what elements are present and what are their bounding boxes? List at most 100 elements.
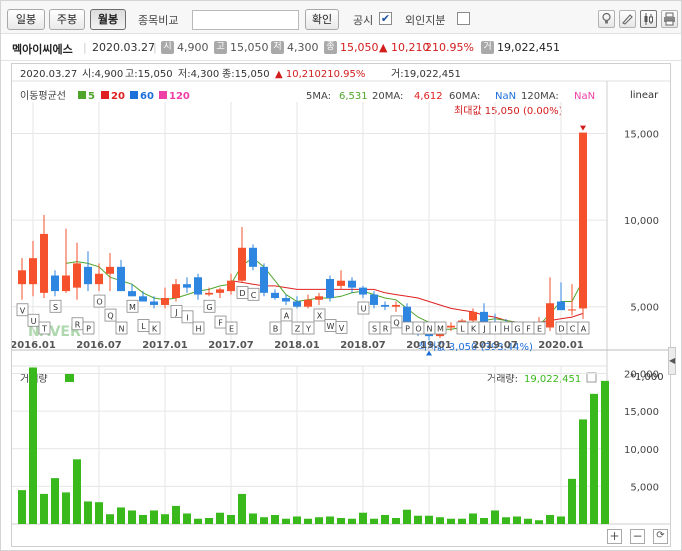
candle-body[interactable] [161,298,169,305]
volume-bar[interactable] [436,517,444,524]
candle-toggle-icon[interactable] [640,10,657,28]
volume-bar[interactable] [282,518,290,524]
candle-body[interactable] [315,296,323,300]
candle-body[interactable] [139,296,147,302]
candle-body[interactable] [150,301,158,305]
candle-body[interactable] [392,304,400,307]
volume-bar[interactable] [238,493,246,524]
volume-bar[interactable] [579,419,587,524]
volume-bar[interactable] [392,517,400,524]
candle-body[interactable] [381,304,389,307]
confirm-button[interactable]: 확인 [305,9,339,30]
chart-panel[interactable]: 2020.03.27 시:4,900 고:15,050 저:4,300 종:15… [10,63,676,547]
volume-bar[interactable] [315,517,323,524]
candle-body[interactable] [128,291,136,297]
volume-bar[interactable] [51,478,59,524]
candle-body[interactable] [216,289,224,293]
daily-button[interactable]: 일봉 [7,9,45,30]
candle-body[interactable] [95,273,103,285]
price-volume-chart[interactable]: 2020.03.27 시:4,900 고:15,050 저:4,300 종:15… [10,64,670,546]
candle-body[interactable] [293,301,301,307]
volume-bar[interactable] [205,517,213,524]
candle-body[interactable] [359,287,367,295]
weekly-button[interactable]: 주봉 [49,9,85,30]
volume-bar[interactable] [128,510,136,524]
volume-bar[interactable] [293,516,301,524]
candle-body[interactable] [568,309,576,311]
volume-bar[interactable] [40,493,48,524]
candle-body[interactable] [194,277,202,295]
candle-body[interactable] [205,292,213,295]
volume-bar[interactable] [161,514,169,524]
volume-bar[interactable] [326,516,334,524]
candle-body[interactable] [260,266,268,293]
candle-body[interactable] [579,132,587,309]
volume-bar[interactable] [447,518,455,524]
candle-body[interactable] [227,280,235,292]
monthly-button[interactable]: 월봉 [90,9,126,30]
volume-bar[interactable] [337,517,345,524]
candle-body[interactable] [29,258,37,285]
volume-bar[interactable] [469,513,477,524]
volume-bar[interactable] [260,517,268,524]
candle-body[interactable] [40,233,48,293]
volume-bar[interactable] [139,514,147,524]
candle-body[interactable] [370,294,378,305]
candle-body[interactable] [249,247,257,267]
volume-bar[interactable] [425,515,433,524]
volume-bar[interactable] [271,514,279,524]
volume-bar[interactable] [557,516,565,524]
candle-body[interactable] [282,298,290,302]
volume-bar[interactable] [249,513,257,524]
candle-body[interactable] [480,311,488,323]
volume-bar[interactable] [172,505,180,524]
volume-bar[interactable] [601,380,609,524]
volume-bar[interactable] [359,512,367,524]
volume-bar[interactable] [381,514,389,524]
volume-bar[interactable] [29,367,37,524]
volume-bar[interactable] [95,502,103,524]
volume-bar[interactable] [18,490,26,524]
bulb-icon[interactable] [598,10,615,28]
volume-bar[interactable] [150,510,158,524]
volume-bar[interactable] [73,459,81,524]
candle-body[interactable] [557,301,565,311]
candle-body[interactable] [106,266,114,274]
candle-body[interactable] [337,280,345,286]
candle-body[interactable] [62,275,70,292]
candle-body[interactable] [469,311,477,321]
volume-bar[interactable] [524,518,532,524]
volume-bar[interactable] [502,517,510,524]
disclosure-checkbox[interactable]: ✔ [379,12,392,25]
candle-body[interactable] [18,270,26,285]
volume-bar[interactable] [84,501,92,524]
volume-bar[interactable] [194,518,202,524]
pen-icon[interactable] [619,10,636,28]
candle-body[interactable] [304,299,312,307]
reset-view-icon[interactable]: ⟳ [653,529,668,544]
volume-bar[interactable] [535,520,543,524]
volume-bar[interactable] [403,509,411,524]
candle-body[interactable] [271,292,279,299]
scale-mode-label[interactable]: linear [630,90,659,101]
candle-body[interactable] [172,284,180,299]
compare-search-input[interactable] [192,10,299,30]
volume-bar[interactable] [546,514,554,524]
volume-bar[interactable] [458,518,466,524]
candle-body[interactable] [183,284,191,288]
print-icon[interactable] [661,10,678,28]
volume-bar[interactable] [513,516,521,524]
candle-body[interactable] [51,275,59,292]
volume-bar[interactable] [568,478,576,524]
candle-body[interactable] [546,303,554,328]
candle-body[interactable] [447,325,455,328]
candle-body[interactable] [348,280,356,288]
volume-bar[interactable] [117,507,125,524]
candle-body[interactable] [117,266,125,292]
volume-bar[interactable] [304,518,312,524]
volume-bar[interactable] [227,514,235,524]
volume-bar[interactable] [106,514,114,524]
volume-bar[interactable] [370,518,378,524]
volume-bar[interactable] [491,510,499,524]
candle-body[interactable] [73,263,81,288]
